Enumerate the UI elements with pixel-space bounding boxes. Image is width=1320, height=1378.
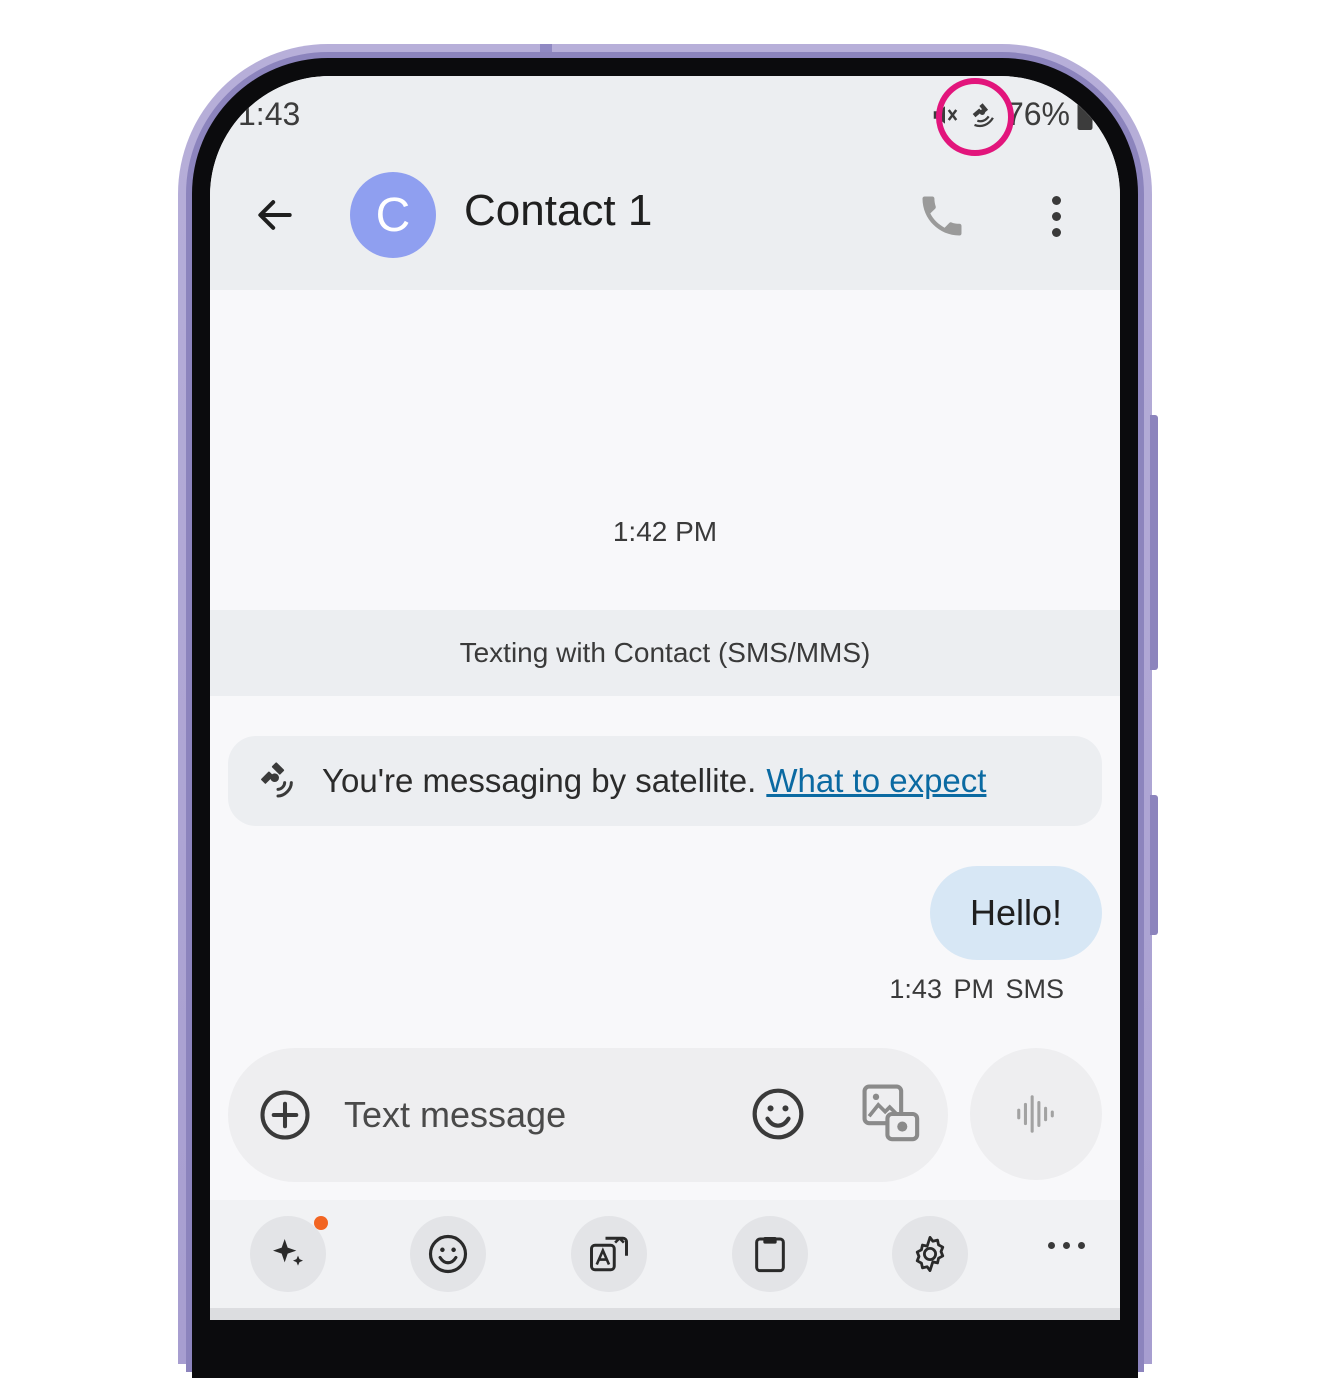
translate-button[interactable] [571,1216,647,1292]
satellite-icon [261,762,293,798]
satellite-notice-text: You're messaging by satellite. What to ex… [322,762,986,800]
text-message-input[interactable] [342,1086,726,1144]
more-dot-icon [1063,1242,1070,1249]
clipboard-button[interactable] [732,1216,808,1292]
gallery-camera-icon[interactable] [860,1082,924,1146]
more-dot-icon [1051,227,1061,237]
phone-antenna-line [540,44,552,52]
add-attachment-icon[interactable] [258,1088,312,1142]
contact-name[interactable]: Contact 1 [464,186,652,236]
keyboard-edge [210,1308,1120,1320]
satellite-highlight-ring [936,78,1014,156]
what-to-expect-link[interactable]: What to expect [766,762,986,799]
keyboard-more-button[interactable] [1048,1242,1085,1249]
clipboard-icon [755,1237,785,1273]
gear-icon [915,1235,945,1273]
notification-dot [314,1216,328,1230]
message-time: 1:43 PM [889,974,994,1004]
message-meta: 1:43 PM SMS [889,974,1064,1005]
sms-banner-text: Texting with Contact (SMS/MMS) [459,637,871,668]
message-bubble[interactable]: Hello! [930,866,1102,960]
more-options-button[interactable] [1036,190,1076,242]
back-arrow-icon [258,200,292,230]
voice-waveform-icon [1017,1095,1054,1133]
keyboard-settings-button[interactable] [892,1216,968,1292]
sparkle-icon [273,1239,303,1266]
satellite-notice-message: You're messaging by satellite. [322,762,757,799]
phone-icon [922,196,962,236]
sms-banner: Texting with Contact (SMS/MMS) [210,610,1120,696]
keyboard-emoji-button[interactable] [410,1216,486,1292]
power-button [1150,795,1158,935]
emoji-icon[interactable] [750,1086,806,1142]
volume-button [1150,415,1158,670]
conversation-timestamp: 1:42 PM [612,516,718,547]
translate-icon [590,1236,628,1272]
more-dot-icon [1051,195,1061,205]
battery-icon [1077,99,1093,130]
more-dot-icon [1048,1242,1055,1249]
more-dot-icon [1078,1242,1085,1249]
keyboard-toolbar [210,1200,1120,1320]
battery-percent: 76% [1005,96,1070,132]
status-time: 1:43 [238,96,301,132]
contact-avatar[interactable]: C [350,172,436,258]
call-button[interactable] [916,190,968,242]
ai-sparkle-button[interactable] [250,1216,328,1292]
back-button[interactable] [248,188,302,242]
voice-message-button[interactable] [970,1048,1102,1180]
emoji-icon [428,1234,468,1274]
message-composer [228,1048,948,1182]
message-type: SMS [1005,974,1064,1004]
satellite-notice: You're messaging by satellite. What to ex… [228,736,1102,826]
more-dot-icon [1051,211,1061,221]
phone-screen: 1:43 76% C Contact 1 1:42 PM Texting wit… [210,76,1120,1320]
